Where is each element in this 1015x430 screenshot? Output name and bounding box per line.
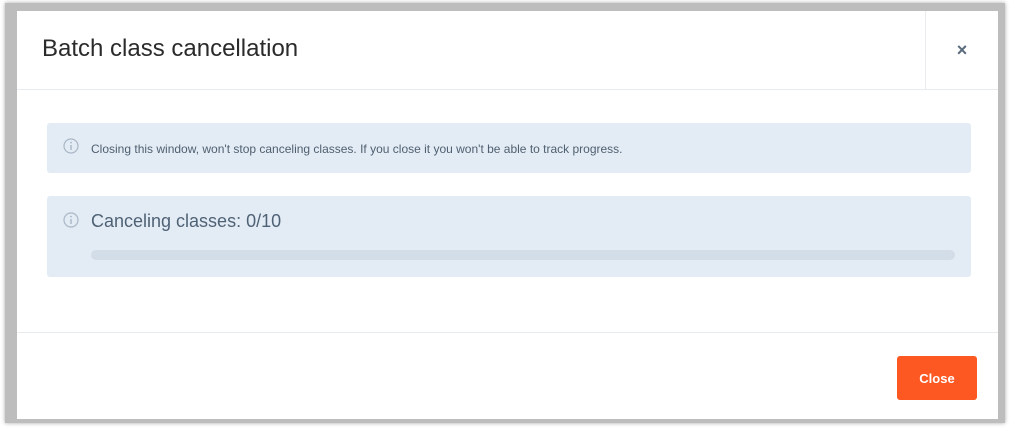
progress-bar — [91, 250, 955, 260]
info-icon — [63, 212, 79, 228]
dialog-footer: Close — [17, 332, 998, 420]
dialog-close-button[interactable]: × — [925, 11, 998, 89]
info-alert-text: Closing this window, won't stop cancelin… — [91, 142, 623, 156]
info-icon — [63, 138, 79, 154]
dialog-title: Batch class cancellation — [42, 35, 299, 62]
progress-alert: Canceling classes: 0/10 — [47, 196, 971, 277]
close-icon: × — [956, 40, 968, 60]
progress-title: Canceling classes: 0/10 — [91, 211, 282, 231]
batch-cancel-dialog: Batch class cancellation × Closing this … — [17, 11, 998, 419]
info-alert: Closing this window, won't stop cancelin… — [47, 123, 971, 173]
close-button[interactable]: Close — [897, 356, 977, 400]
dialog-header: Batch class cancellation × — [17, 11, 998, 90]
